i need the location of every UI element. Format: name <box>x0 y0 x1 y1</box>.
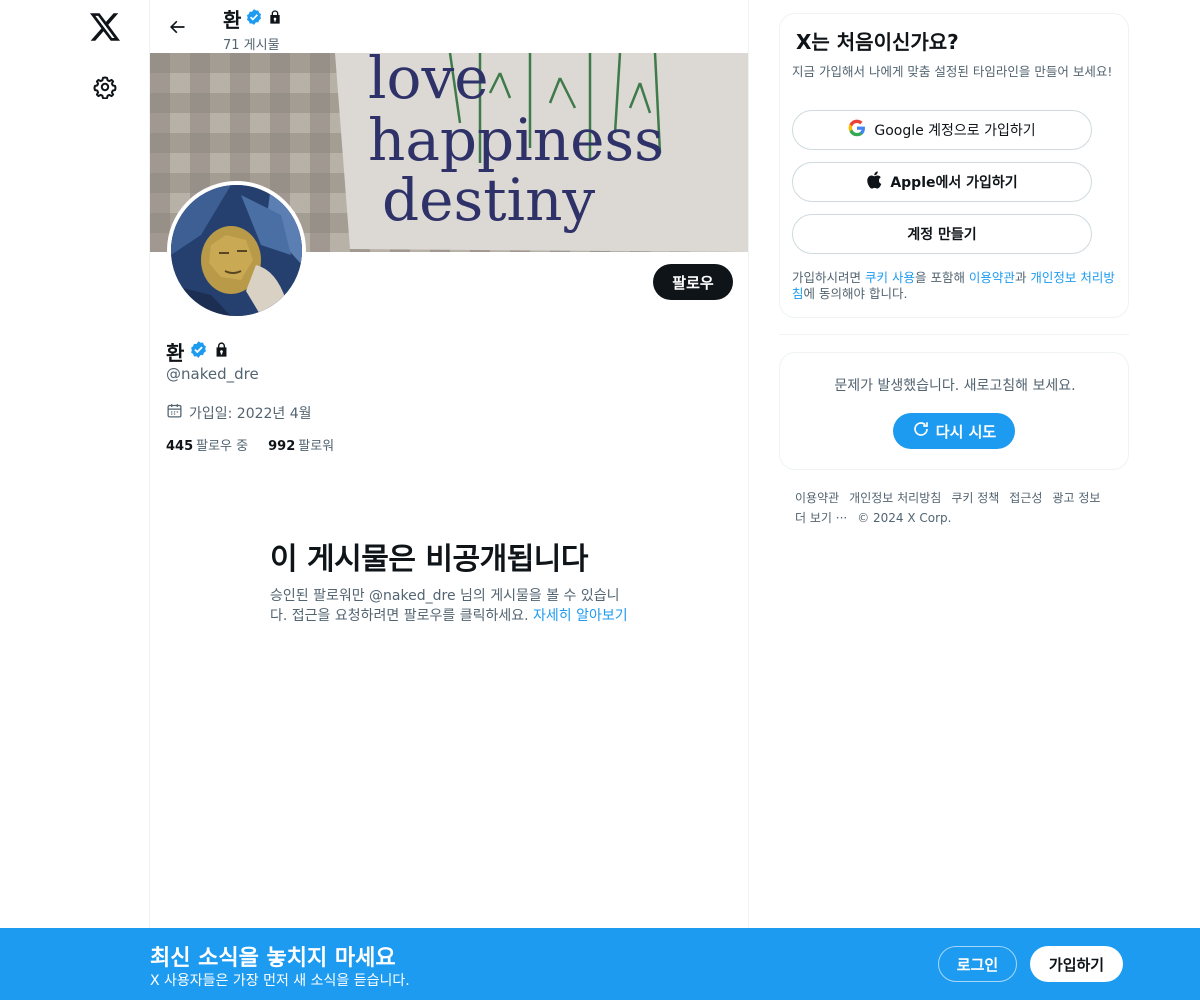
footer-link-cookies[interactable]: 쿠키 정책 <box>951 491 999 505</box>
banner-text-line: love <box>368 53 489 112</box>
profile-handle: @naked_dre <box>166 365 259 383</box>
followers-label: 팔로워 <box>298 439 335 454</box>
verified-badge-icon <box>245 8 263 30</box>
legal-mid-2: 과 <box>1014 270 1031 285</box>
followers-count: 992 <box>268 439 296 454</box>
profile-display-name: 환 <box>166 341 185 365</box>
lock-icon <box>267 9 283 29</box>
avatar[interactable] <box>167 181 306 320</box>
retry-label: 다시 시도 <box>935 422 997 441</box>
legal-mid-1: 을 포함해 <box>914 270 969 285</box>
following-stat[interactable]: 445 팔로우 중 <box>166 435 248 454</box>
refresh-icon <box>912 420 930 442</box>
calendar-icon <box>166 402 183 423</box>
left-nav <box>0 0 150 1000</box>
login-button[interactable]: 로그인 <box>938 946 1017 982</box>
gear-icon[interactable] <box>90 72 120 102</box>
signup-card: X는 처음이신가요? 지금 가입해서 나에게 맞춤 설정된 타임라인을 만들어 … <box>779 13 1129 318</box>
apple-signup-button[interactable]: Apple에서 가입하기 <box>792 162 1092 202</box>
google-signup-label: Google 계정으로 가입하기 <box>874 123 1036 139</box>
sidebar-footer: 이용약관 개인정보 처리방침 쿠키 정책 접근성 광고 정보더 보기 ··· © 2024… <box>795 488 1125 528</box>
join-date: 가입일: 2022년 4월 <box>166 402 312 423</box>
signup-legal-text: 가입하시려면 쿠키 사용을 포함해 이용약관과 개인정보 처리방침에 동의해야 … <box>792 270 1117 302</box>
following-count: 445 <box>166 439 194 454</box>
back-arrow-icon[interactable] <box>164 14 190 40</box>
legal-suffix: 에 동의해야 합니다. <box>803 286 908 301</box>
bottom-bar-title: 최신 소식을 놓치지 마세요 <box>150 946 396 971</box>
google-icon <box>848 119 866 141</box>
x-logo-icon[interactable] <box>88 10 122 44</box>
footer-link-accessibility[interactable]: 접근성 <box>1009 491 1042 505</box>
banner-text-line: destiny <box>382 166 595 234</box>
terms-link[interactable]: 이용약관 <box>969 270 1015 285</box>
footer-link-terms[interactable]: 이용약관 <box>795 491 839 505</box>
footer-link-privacy[interactable]: 개인정보 처리방침 <box>849 491 941 505</box>
header-name-row: 환 <box>223 4 283 33</box>
footer-link-more[interactable]: 더 보기 ··· <box>795 511 847 525</box>
google-signup-button[interactable]: Google 계정으로 가입하기 <box>792 110 1092 150</box>
error-message: 문제가 발생했습니다. 새로고침해 보세요. <box>834 378 1076 394</box>
following-label: 팔로우 중 <box>196 439 249 454</box>
follow-button[interactable]: 팔로우 <box>653 264 733 300</box>
header-post-count: 71 게시물 <box>223 38 280 53</box>
profile-header-bar: 환 71 게시물 <box>150 0 748 53</box>
copyright-text: © 2024 X Corp. <box>857 511 952 525</box>
signup-description: 지금 가입해서 나에게 맞춤 설정된 타임라인을 만들어 보세요! <box>792 64 1113 79</box>
private-account-notice: 이 게시물은 비공개됩니다 승인된 팔로워만 @naked_dre 님의 게시물… <box>270 540 630 626</box>
profile-name-row: 환 <box>166 337 230 366</box>
signup-title: X는 처음이신가요? <box>796 30 959 54</box>
lock-icon <box>213 341 230 362</box>
signup-button[interactable]: 가입하기 <box>1030 946 1123 982</box>
legal-prefix: 가입하시려면 <box>792 270 865 285</box>
apple-signup-label: Apple에서 가입하기 <box>890 175 1018 191</box>
learn-more-link[interactable]: 자세히 알아보기 <box>533 608 628 624</box>
create-account-button[interactable]: 계정 만들기 <box>792 214 1092 254</box>
banner-text-line: happiness <box>368 106 664 174</box>
private-notice-body: 승인된 팔로워만 @naked_dre 님의 게시물을 볼 수 있습니다. 접근… <box>270 586 630 626</box>
header-display-name: 환 <box>223 8 242 32</box>
cookie-use-link[interactable]: 쿠키 사용 <box>865 270 915 285</box>
sidebar-divider <box>779 334 1129 335</box>
footer-link-ads-info[interactable]: 광고 정보 <box>1052 491 1100 505</box>
verified-badge-icon <box>189 340 208 363</box>
bottom-signup-bar: 최신 소식을 놓치지 마세요 X 사용자들은 가장 먼저 새 소식을 듣습니다.… <box>0 928 1200 1000</box>
followers-stat[interactable]: 992 팔로워 <box>268 435 334 454</box>
apple-icon <box>866 171 882 193</box>
retry-button[interactable]: 다시 시도 <box>893 413 1015 449</box>
join-date-text: 가입일: 2022년 4월 <box>189 405 312 422</box>
profile-column: 환 71 게시물 love happiness destiny 팔로우 환 @n… <box>149 0 749 1000</box>
follow-stats: 445 팔로우 중 992 팔로워 <box>166 435 334 454</box>
error-card: 문제가 발생했습니다. 새로고침해 보세요. 다시 시도 <box>779 352 1129 470</box>
private-notice-title: 이 게시물은 비공개됩니다 <box>270 542 589 577</box>
bottom-bar-subtitle: X 사용자들은 가장 먼저 새 소식을 듣습니다. <box>150 973 410 989</box>
